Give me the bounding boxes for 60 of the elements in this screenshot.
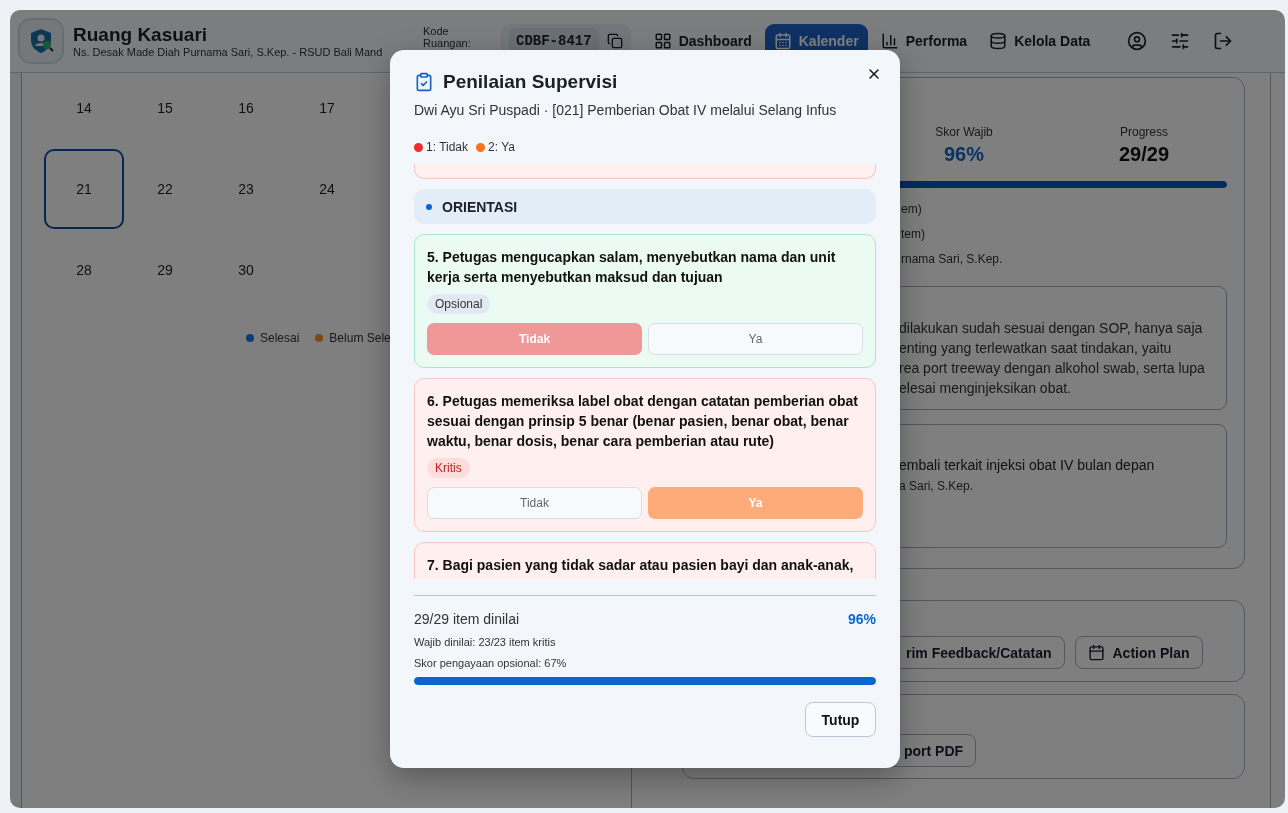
note-text: enting yang terlewatkan saat tindakan, yaitu xyxy=(899,339,1173,358)
room-subtitle: Ns. Desak Made Diah Purnama Sari, S.Kep. - RSUD Bali Mand xyxy=(73,46,384,58)
action-button[interactable]: Action Plan xyxy=(1074,636,1203,669)
required-text: Wajib dinilai: 23/23 item kritis xyxy=(414,636,557,648)
item-text: 7. Bagi pasien yang tidak sadar atau pasien bayi dan anak-anak, xyxy=(427,556,855,575)
plan-author: a Sari, S.Kep. xyxy=(899,479,975,493)
calendar-day[interactable]: 15 xyxy=(125,73,205,148)
item-tag: Opsional xyxy=(427,294,491,314)
optional-score-text: Skor pengayaan opsional: 67% xyxy=(414,657,568,669)
nav-tab[interactable]: Dashboard xyxy=(644,23,761,59)
rated-count: 29/29 item dinilai xyxy=(414,611,520,627)
legend-label: Belum Sele xyxy=(329,331,391,345)
calendar-day[interactable]: 21 xyxy=(44,149,124,229)
score-value: 96% xyxy=(847,611,876,627)
database-icon xyxy=(989,32,1008,50)
note-text: elesai menginjeksikan obat. xyxy=(899,379,1072,398)
nav-tab[interactable]: Performa xyxy=(871,23,977,59)
calendar-day[interactable]: 30 xyxy=(206,230,286,310)
section-dot xyxy=(426,203,432,210)
note-text: dilakukan sudah sesuai dengan SOP, hanya saja xyxy=(899,319,1204,338)
legend-label: Selesai xyxy=(260,331,300,345)
item-text: 5. Petugas mengucapkan salam, menyebutkan nama dan unit kerja serta menyebutkan maksud dan tujuan xyxy=(427,248,837,287)
clipboard-icon xyxy=(414,72,434,92)
calendar-day[interactable]: 29 xyxy=(125,230,205,310)
calendar-day[interactable]: 14 xyxy=(44,73,124,148)
dialog-subtitle: Dwi Ayu Sri Puspadi · [021] Pemberian Obat IV melalui Selang Infus xyxy=(414,102,838,118)
room-title: Ruang Kasuari xyxy=(73,24,209,46)
note-text: rea port treeway dengan alkohol swab, serta lupa xyxy=(899,359,1206,378)
settings-icon xyxy=(1170,31,1191,51)
detail-text: em) xyxy=(901,202,923,216)
detail-text: rnama Sari, S.Kep. xyxy=(901,252,1004,266)
calendar-day[interactable]: 17 xyxy=(287,73,367,148)
stat-value: 29/29 xyxy=(1118,143,1170,166)
legend-label: 1: Tidak xyxy=(426,140,469,154)
answer-button[interactable]: Ya xyxy=(648,323,863,355)
grid-icon xyxy=(653,32,672,50)
calendar-day[interactable]: 24 xyxy=(287,149,367,229)
item-text: 6. Petugas memeriksa label obat dengan catatan pemberian obat sesuai dengan prinsip 5 benar (benar pasien, benar obat, benar waktu, benar dosis, benar cara pemberian atau rute) xyxy=(427,392,860,451)
calendar-day[interactable]: 22 xyxy=(125,149,205,229)
user-icon xyxy=(1127,31,1148,51)
detail-text: tem) xyxy=(901,227,926,241)
answer-button[interactable]: Tidak xyxy=(427,487,642,519)
item-tag: Kritis xyxy=(427,458,470,478)
bar-chart-icon xyxy=(880,32,899,50)
logout-icon xyxy=(1213,31,1234,51)
dialog-title: Penilaian Supervisi xyxy=(443,71,618,93)
close-dialog-button[interactable]: Tutup xyxy=(805,702,876,737)
calendar-day[interactable]: 28 xyxy=(44,230,124,310)
stat-label: Progress xyxy=(1120,125,1168,139)
legend-label: 2: Ya xyxy=(488,140,515,154)
plan-text: embali terkait injeksi obat IV bulan depan xyxy=(899,457,1156,473)
calendar-day[interactable]: 16 xyxy=(206,73,286,148)
nav-tab[interactable]: Kelola Data xyxy=(980,23,1100,59)
calendar-icon xyxy=(1087,644,1105,661)
stat-value: 96% xyxy=(944,143,984,166)
stat-label: Skor Wajib xyxy=(935,125,993,139)
calendar-day[interactable]: 23 xyxy=(206,149,286,229)
room-code-label: Kode Ruangan: xyxy=(423,25,472,49)
section-title: ORIENTASI xyxy=(442,198,518,215)
copy-icon[interactable] xyxy=(606,33,623,49)
